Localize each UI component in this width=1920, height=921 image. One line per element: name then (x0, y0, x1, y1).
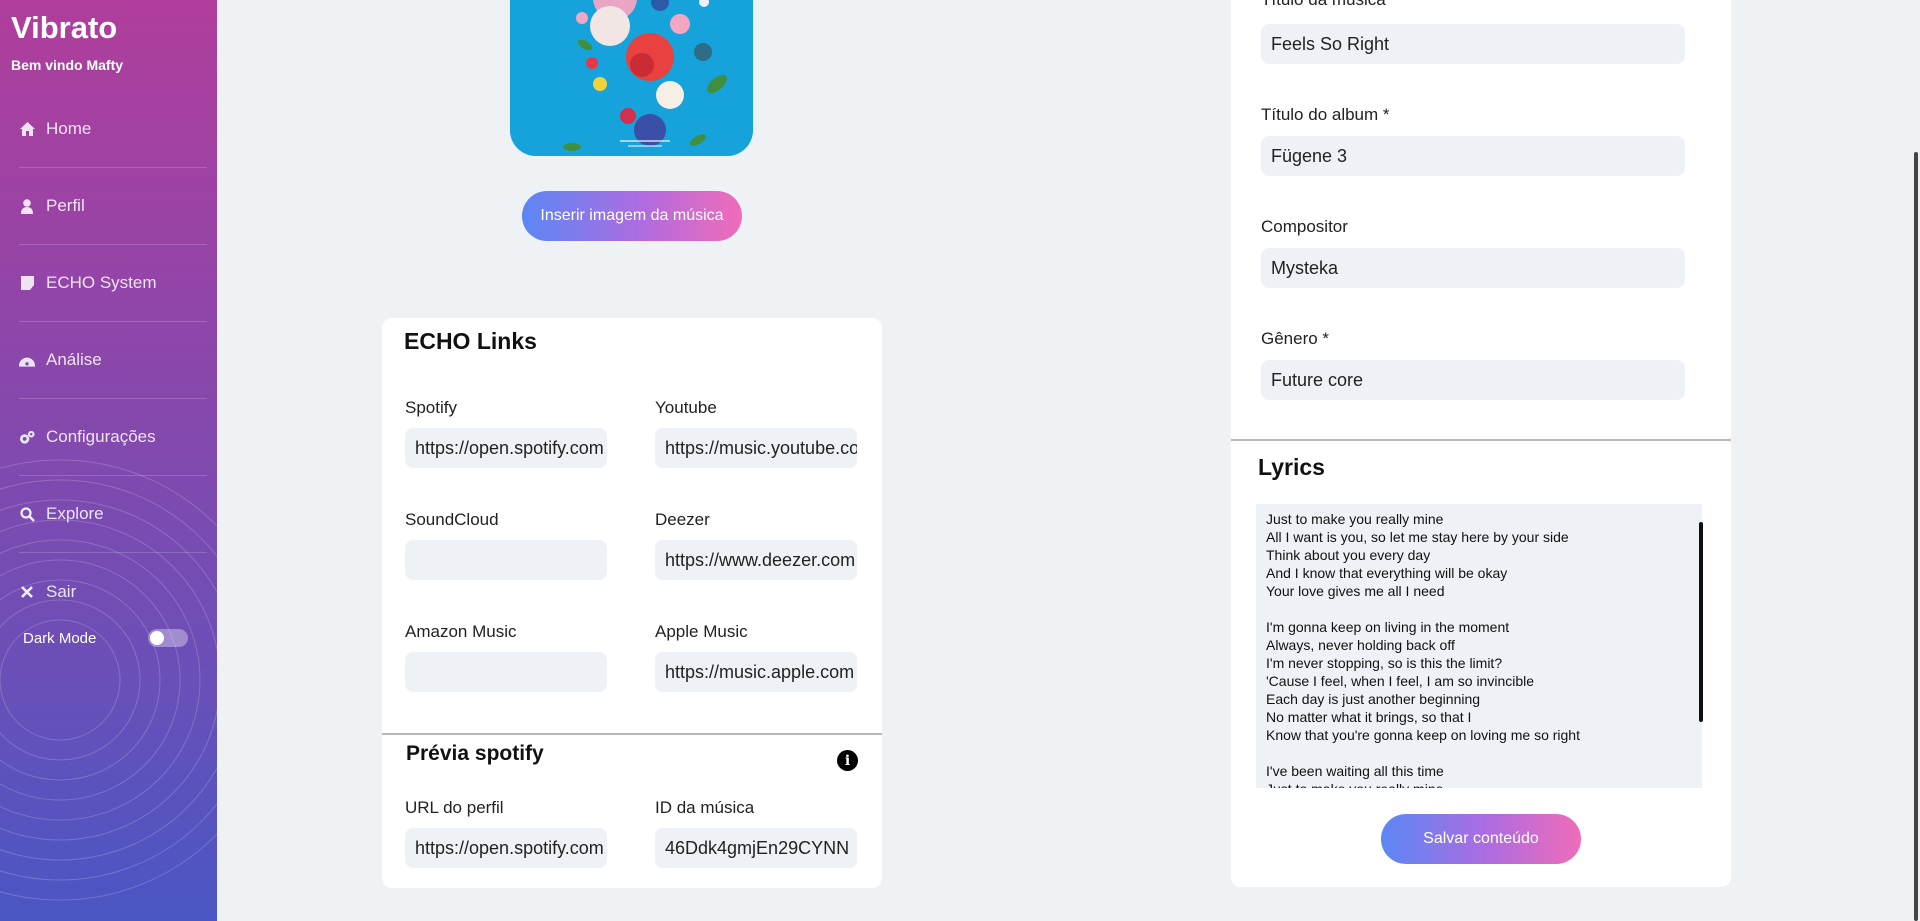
sidebar-item-label: Sair (46, 581, 77, 601)
album-title-field[interactable]: Fügene 3 (1261, 136, 1685, 176)
page-scrollbar[interactable] (1914, 152, 1918, 921)
sidebar-item-home[interactable]: Home (19, 91, 207, 168)
echo-links-title: ECHO Links (404, 328, 537, 354)
sidebar-item-label: Perfil (46, 196, 85, 215)
lyrics-scrollbar[interactable] (1699, 522, 1703, 722)
insert-image-button[interactable]: Inserir imagem da música (522, 191, 742, 241)
sidebar-item-label: Explore (46, 504, 104, 523)
info-icon[interactable]: i (837, 750, 858, 771)
lyrics-title: Lyrics (1258, 454, 1325, 480)
spotify-preview-title: Prévia spotify (406, 742, 544, 765)
sidebar-item-label: Home (46, 119, 92, 138)
sidebar-item-perfil[interactable]: Perfil (19, 168, 207, 245)
youtube-field[interactable]: https://music.youtube.com (655, 428, 857, 468)
section-divider (1231, 439, 1731, 441)
save-content-button[interactable]: Salvar conteúdo (1381, 814, 1581, 864)
sidebar-item-analise[interactable]: Análise (19, 322, 207, 399)
amazon-music-label: Amazon Music (405, 622, 517, 641)
profile-url-field[interactable]: https://open.spotify.com (405, 828, 607, 868)
sidebar-item-label: Configurações (46, 427, 156, 446)
user-icon (19, 198, 35, 214)
sidebar-item-label: Análise (46, 350, 102, 369)
track-id-field[interactable]: 46Ddk4gmjEn29CYNN (655, 828, 857, 868)
deezer-label: Deezer (655, 510, 710, 529)
lyrics-textarea[interactable]: Just to make you really mine All I want … (1256, 504, 1702, 788)
cogs-icon (19, 429, 35, 445)
toggle-knob (150, 631, 164, 645)
sidebar-item-echo-system[interactable]: ECHO System (19, 245, 207, 322)
brand-logo[interactable]: Vibrato (11, 10, 117, 46)
sidebar: Vibrato Bem vindo Mafty Home Perfil ECHO… (0, 0, 217, 921)
note-icon (19, 275, 35, 291)
amazon-music-field[interactable] (405, 652, 607, 692)
echo-links-card: ECHO Links Spotify https://open.spotify.… (382, 318, 882, 888)
sidebar-item-explore[interactable]: Explore (19, 476, 207, 553)
track-id-label: ID da música (655, 798, 755, 817)
soundcloud-label: SoundCloud (405, 510, 499, 529)
soundcloud-field[interactable] (405, 540, 607, 580)
close-icon (19, 584, 35, 600)
dark-mode-toggle[interactable] (148, 629, 188, 647)
sidebar-item-label: ECHO System (46, 273, 157, 292)
song-title-field[interactable]: Feels So Right (1261, 24, 1685, 64)
apple-music-field[interactable]: https://music.apple.com (655, 652, 857, 692)
youtube-label: Youtube (655, 398, 717, 417)
home-icon (19, 121, 35, 137)
composer-field[interactable]: Mysteka (1261, 248, 1685, 288)
sidebar-item-configuracoes[interactable]: Configurações (19, 399, 207, 476)
section-divider (382, 733, 882, 735)
dashboard-icon (19, 352, 35, 368)
album-cover-image (510, 0, 753, 156)
song-info-card: Título da música * Feels So Right Título… (1231, 0, 1731, 887)
apple-music-label: Apple Music (655, 622, 748, 641)
genre-field[interactable]: Future core (1261, 360, 1685, 400)
welcome-text: Bem vindo Mafty (11, 57, 124, 73)
genre-label: Gênero * (1261, 329, 1330, 348)
dark-mode-label: Dark Mode (23, 629, 97, 647)
profile-url-label: URL do perfil (405, 798, 504, 817)
dark-mode-row: Dark Mode (23, 629, 188, 647)
composer-label: Compositor (1261, 217, 1348, 236)
spotify-field[interactable]: https://open.spotify.com (405, 428, 607, 468)
deezer-field[interactable]: https://www.deezer.com (655, 540, 857, 580)
spotify-label: Spotify (405, 398, 457, 417)
sidebar-item-sair[interactable]: Sair (19, 553, 207, 630)
song-title-label: Título da música * (1261, 0, 1397, 10)
album-title-label: Título do album * (1261, 105, 1390, 124)
search-icon (19, 506, 35, 522)
